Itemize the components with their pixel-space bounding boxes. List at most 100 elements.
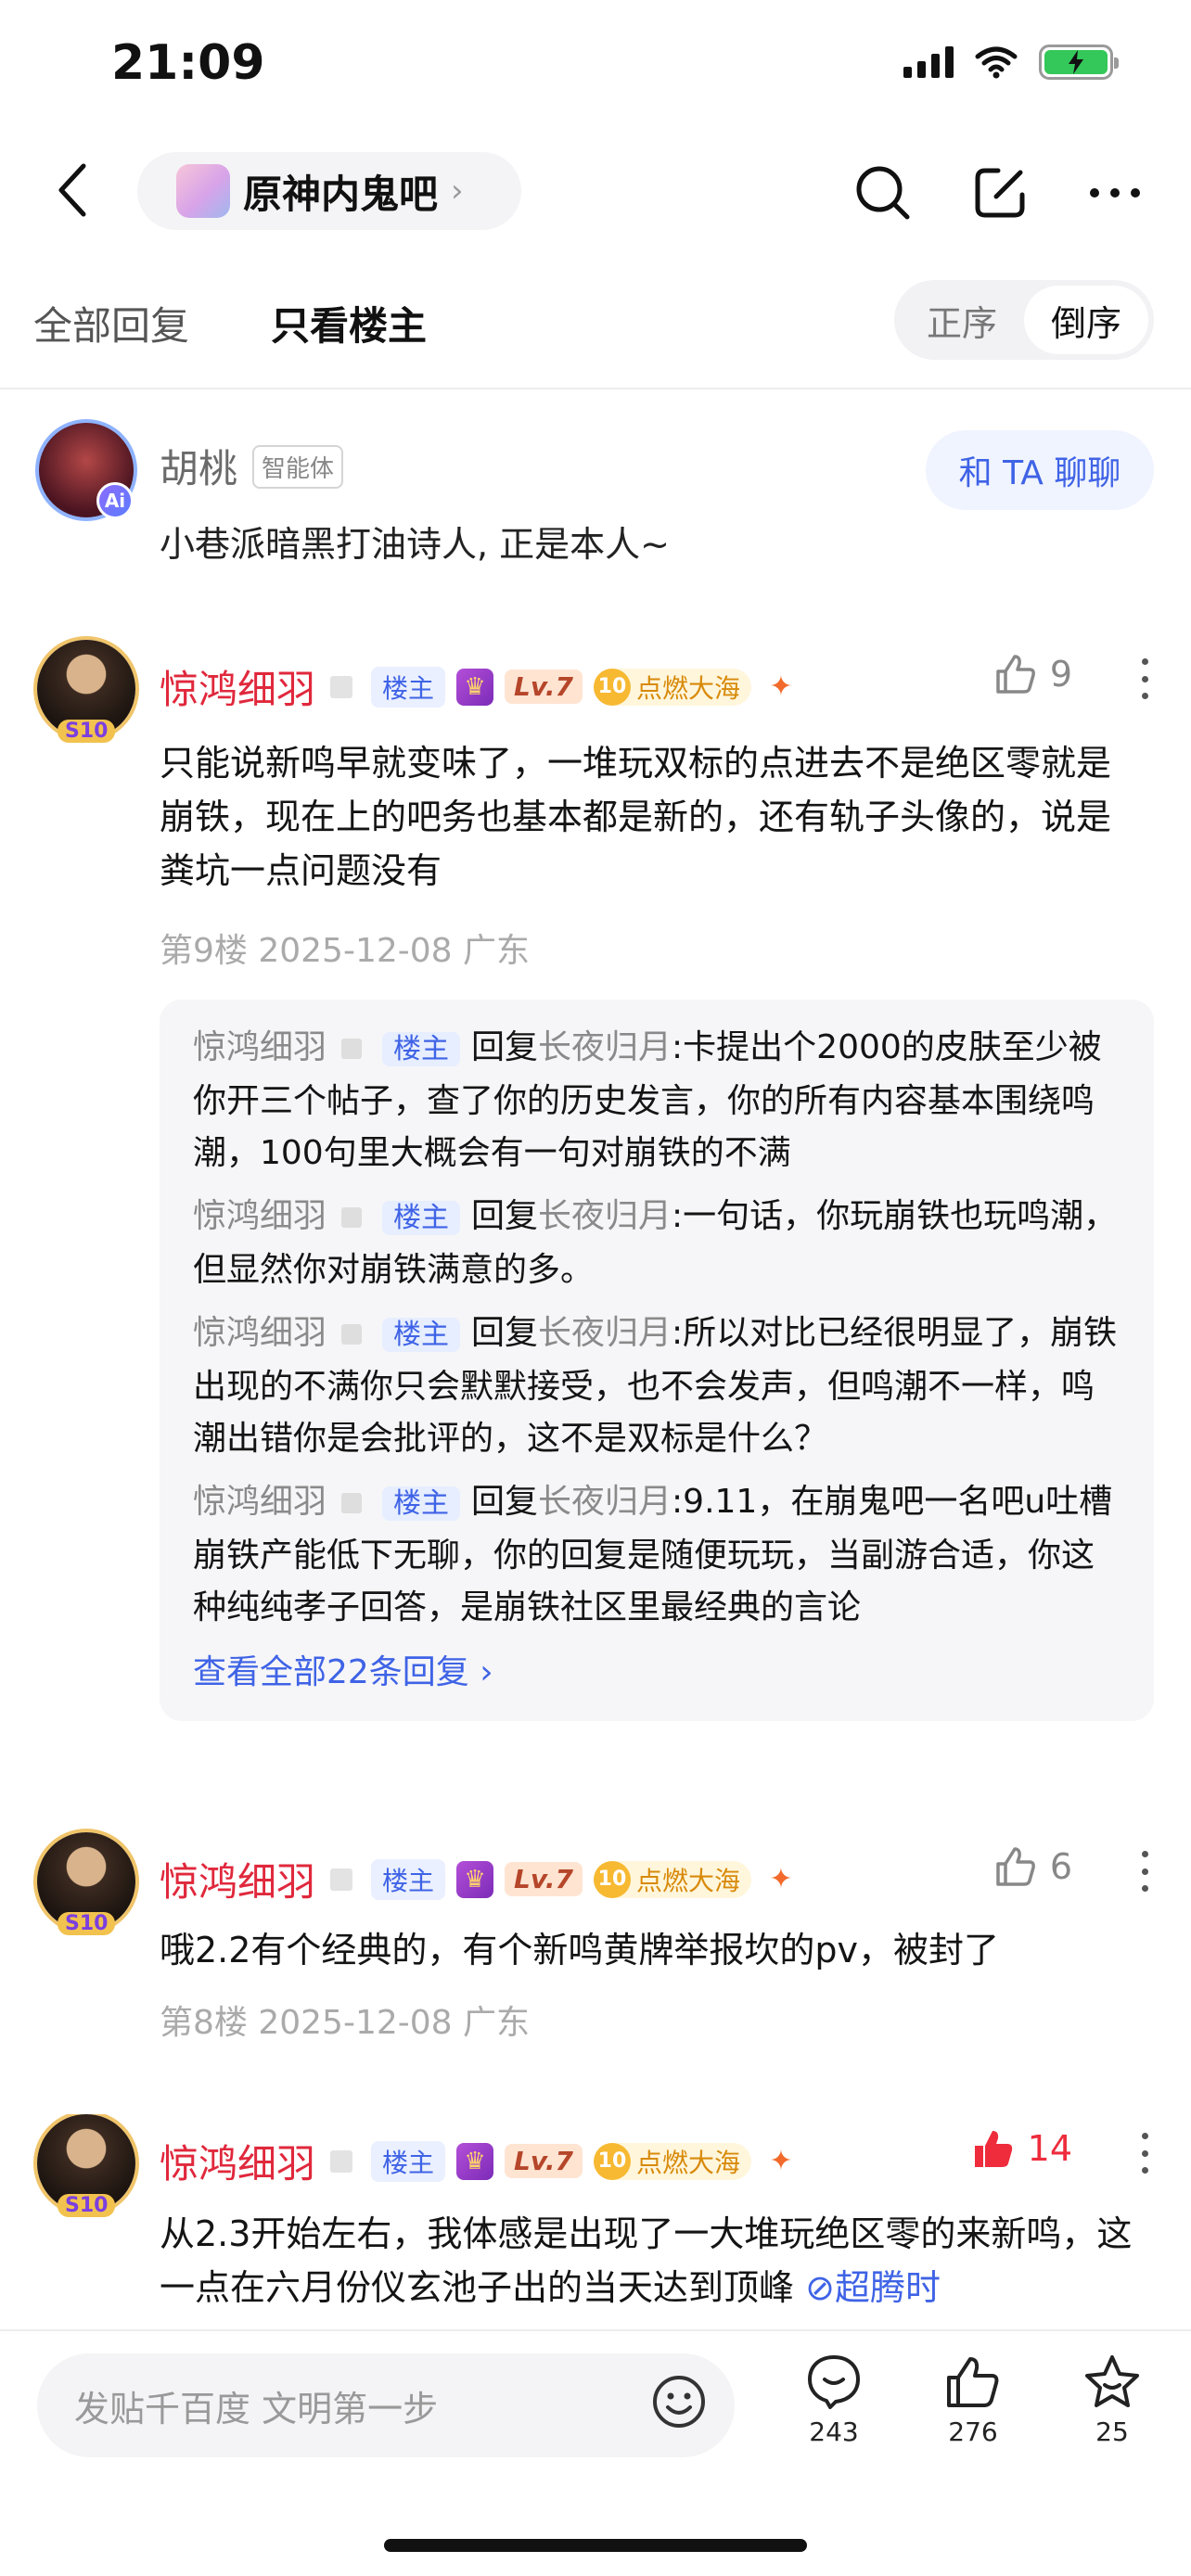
fan-badge: 10 点燃大海 (593, 2142, 751, 2180)
crown-icon: ♛ (456, 1860, 494, 1898)
emoji-button[interactable] (649, 2372, 709, 2431)
like-count: 6 (1049, 1846, 1072, 1887)
post-item: S10 惊鸿细羽 楼主 ♛ Lv.7 10 点燃大海 ✦ 6 哦2.2有个经典的… (0, 1832, 1191, 2042)
thumbs-up-icon (996, 655, 1035, 694)
status-bar: 21:09 (0, 0, 1191, 139)
op-tag: 楼主 (371, 2140, 446, 2182)
post-header: 惊鸿细羽 楼主 ♛ Lv.7 10 点燃大海 ✦ (160, 2133, 800, 2189)
more-options-icon[interactable] (1133, 1845, 1156, 1897)
like-button[interactable]: 14 (972, 2127, 1072, 2170)
author-name[interactable]: 惊鸿细羽 (160, 1851, 315, 1907)
view-all-replies-link[interactable]: 查看全部22条回复 › (193, 1645, 1121, 1693)
comment-count: 243 (809, 2417, 859, 2447)
order-asc[interactable]: 正序 (900, 286, 1024, 354)
fan-badge: 10 点燃大海 (593, 1860, 751, 1898)
ai-badge: Ai (96, 482, 134, 519)
game-controller-icon: ✦ (769, 670, 793, 703)
fan-badge-label: 点燃大海 (635, 2147, 740, 2178)
reply-item[interactable]: 惊鸿细羽 楼主 回复长夜归月:所以对比已经很明显了，崩铁出现的不满你只会默默接受，也… (193, 1307, 1121, 1465)
post-content: 只能说新鸣早就变味了，一堆玩双标的点进去不是绝区零就是崩铁，现在上的吧务也基本都… (160, 743, 1112, 891)
reply-item[interactable]: 惊鸿细羽 楼主 回复长夜归月:9.11，在崩鬼吧一名吧u吐槽崩铁产能低下无聊，你的回… (193, 1476, 1121, 1634)
game-controller-icon: ✦ (769, 2145, 793, 2177)
forum-name: 原神内鬼吧 (243, 171, 439, 217)
forum-avatar (176, 164, 230, 218)
badge-placeholder (330, 675, 353, 698)
status-time: 21:09 (111, 35, 265, 91)
badge-placeholder (330, 1868, 353, 1891)
post-item: S10 惊鸿细羽 楼主 ♛ Lv.7 10 点燃大海 ✦ 14 从2.3开始左右… (0, 2114, 1191, 2327)
post-content: 哦2.2有个经典的，有个新鸣黄牌举报坎的pv，被封了 (160, 1930, 1000, 1970)
favorite-action[interactable]: 25 (1061, 2353, 1163, 2447)
emoji-icon (653, 2376, 705, 2428)
star-icon (1085, 2355, 1139, 2407)
inline-link[interactable]: ⊘超腾时 (794, 2267, 941, 2308)
like-count: 276 (948, 2417, 998, 2447)
chat-button[interactable]: 和 TA 聊聊 (926, 430, 1154, 510)
post-meta: 第9楼 2025-12-08 广东 (160, 932, 531, 970)
like-action[interactable]: 276 (922, 2353, 1024, 2447)
like-count: 14 (1027, 2128, 1072, 2169)
more-button[interactable] (1082, 159, 1148, 226)
avatar-badge: S10 (58, 720, 116, 743)
game-controller-icon: ✦ (769, 1863, 793, 1895)
post-content: 从2.3开始左右，我体感是出现了一大堆玩绝区零的来新鸣，这一点在六月份仪玄池子出… (160, 2213, 1133, 2308)
crown-icon: ♛ (456, 668, 494, 706)
battery-icon (1039, 45, 1119, 80)
fan-badge-number: 10 (593, 668, 631, 706)
wifi-icon (975, 46, 1018, 79)
like-count: 9 (1049, 654, 1072, 695)
level-badge: Lv.7 (505, 1862, 583, 1896)
comment-icon (808, 2355, 860, 2409)
more-options-icon[interactable] (1133, 2127, 1156, 2179)
thumbs-up-filled-icon (974, 2131, 1012, 2167)
like-button[interactable]: 9 (994, 653, 1072, 695)
more-options-icon[interactable] (1133, 653, 1156, 705)
more-horizontal-icon (1090, 188, 1140, 198)
tab-op-only[interactable]: 只看楼主 (271, 295, 427, 351)
order-desc[interactable]: 倒序 (1024, 286, 1148, 354)
edit-button[interactable] (967, 159, 1033, 226)
search-icon (856, 166, 910, 220)
edit-icon (975, 168, 1025, 218)
fan-badge-label: 点燃大海 (635, 672, 740, 704)
crown-icon: ♛ (456, 2142, 494, 2180)
avatar-badge: S10 (58, 2194, 116, 2217)
fan-badge-number: 10 (593, 2142, 631, 2180)
reply-box: 惊鸿细羽 楼主 回复长夜归月:卡提出个2000的皮肤至少被你开三个帖子，查了你的历史… (160, 1000, 1154, 1721)
forum-link[interactable]: 原神内鬼吧 › (137, 152, 521, 230)
badge-placeholder (330, 2149, 353, 2173)
comment-input[interactable]: 发贴千百度 文明第一步 (37, 2353, 735, 2457)
like-icon (947, 2357, 999, 2407)
author-name[interactable]: 惊鸿细羽 (160, 658, 315, 715)
comment-action[interactable]: 243 (783, 2353, 885, 2447)
search-button[interactable] (850, 159, 916, 226)
filter-bar: 全部回复 只看楼主 正序 倒序 (0, 278, 1191, 367)
avatar-badge: S10 (58, 1912, 116, 1935)
tab-all-replies[interactable]: 全部回复 (33, 295, 189, 351)
nav-bar: 原神内鬼吧 › (0, 148, 1191, 232)
ai-tag: 智能体 (252, 445, 344, 489)
reply-item[interactable]: 惊鸿细羽 楼主 回复长夜归月:卡提出个2000的皮肤至少被你开三个帖子，查了你的历史… (193, 1022, 1121, 1180)
signal-icon (903, 46, 954, 78)
ai-name[interactable]: 胡桃 (160, 438, 237, 494)
reply-item[interactable]: 惊鸿细羽 楼主 回复长夜归月:一句话，你玩崩铁也玩鸣潮，但显然你对崩铁满意的多。 (193, 1191, 1121, 1296)
level-badge: Lv.7 (505, 670, 583, 704)
ai-agent-card: Ai 胡桃 智能体 小巷派暗黑打油诗人, 正是本人~ 和 TA 聊聊 (0, 417, 1191, 575)
post-meta: 第8楼 2025-12-08 广东 (160, 2004, 531, 2042)
thumbs-up-icon (996, 1847, 1035, 1886)
like-button[interactable]: 6 (994, 1845, 1072, 1888)
order-toggle: 正序 倒序 (894, 280, 1154, 360)
home-indicator[interactable] (384, 2539, 807, 2552)
fan-badge: 10 点燃大海 (593, 668, 751, 706)
level-badge: Lv.7 (505, 2144, 583, 2178)
author-name[interactable]: 惊鸿细羽 (160, 2133, 315, 2189)
ai-description: 小巷派暗黑打油诗人, 正是本人~ (160, 524, 670, 565)
op-tag: 楼主 (371, 1858, 446, 1900)
post-item: S10 惊鸿细羽 楼主 ♛ Lv.7 10 点燃大海 ✦ 9 只能说新鸣早就变味… (0, 640, 1191, 1762)
back-button[interactable] (45, 159, 100, 221)
favorite-count: 25 (1095, 2417, 1129, 2447)
charging-icon (1069, 50, 1083, 74)
post-header: 惊鸿细羽 楼主 ♛ Lv.7 10 点燃大海 ✦ (160, 1851, 800, 1907)
chevron-left-icon (58, 163, 86, 217)
chevron-right-icon: › (451, 172, 464, 210)
